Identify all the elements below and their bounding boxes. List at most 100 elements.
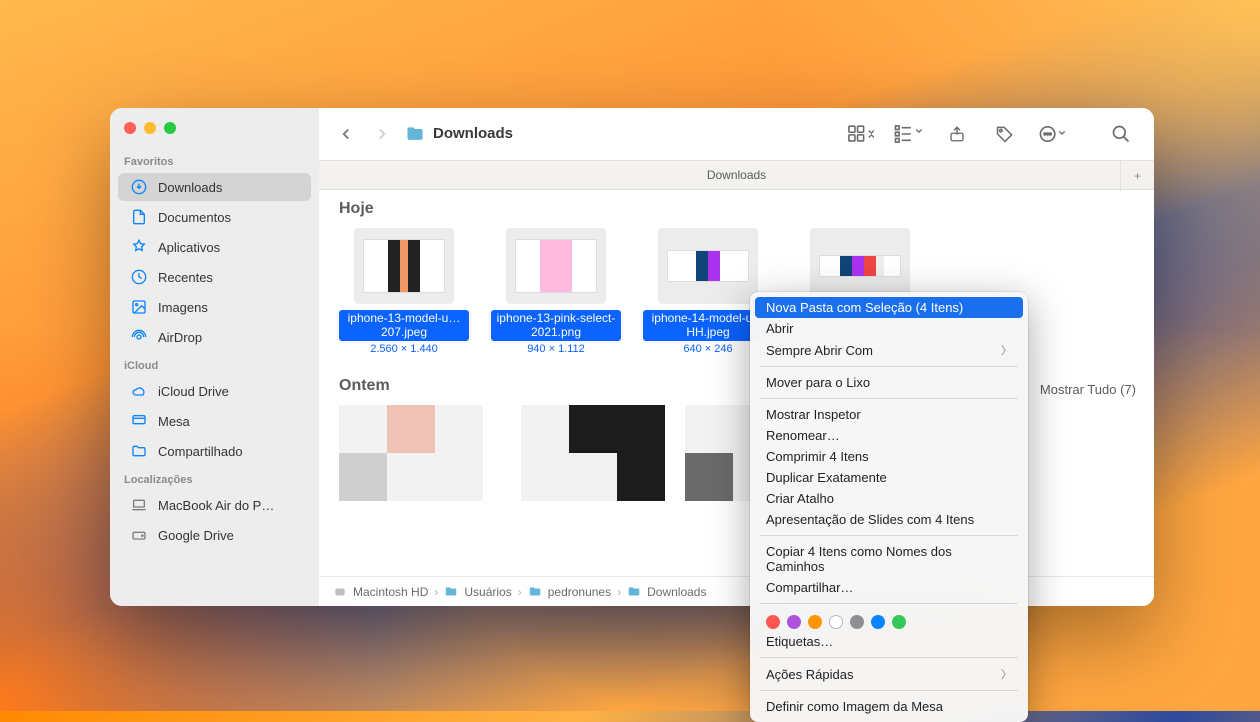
path-crumb[interactable]: pedronunes <box>528 585 611 599</box>
tab-downloads[interactable]: Downloads <box>707 168 766 182</box>
ctx-duplicate-exactly[interactable]: Duplicar Exatamente <box>750 467 1028 488</box>
new-tab-button[interactable]: + <box>1120 161 1154 191</box>
ctx-copy-pathnames[interactable]: Copiar 4 Itens como Nomes dos Caminhos <box>750 541 1028 577</box>
sidebar-item-icloud-drive[interactable]: iCloud Drive <box>118 377 311 405</box>
close-window-button[interactable] <box>124 122 136 134</box>
sidebar-item-label: Recentes <box>158 270 213 285</box>
applications-icon <box>130 238 148 256</box>
file-item[interactable]: iphone-13-model-u…207.jpeg 2.560 × 1.440 <box>339 228 469 355</box>
path-crumb[interactable]: Usuários <box>444 585 511 599</box>
ctx-show-inspector[interactable]: Mostrar Inspetor <box>750 404 1028 425</box>
main-content: Downloads Downloads + Hoje iphone-13-mod… <box>319 108 1154 606</box>
tag-gray[interactable] <box>850 615 864 629</box>
chevron-right-icon: › <box>434 585 438 599</box>
laptop-icon <box>130 496 148 514</box>
ctx-set-desktop-image[interactable]: Definir como Imagem da Mesa <box>750 696 1028 717</box>
file-dimensions: 940 × 1.112 <box>491 343 621 355</box>
sidebar-item-downloads[interactable]: Downloads <box>118 173 311 201</box>
tag-green[interactable] <box>892 615 906 629</box>
ctx-separator <box>760 535 1018 536</box>
search-button[interactable] <box>1106 119 1136 149</box>
tag-none[interactable] <box>829 615 843 629</box>
window-controls <box>110 116 319 148</box>
file-item[interactable]: iphone-13-pink-select-2021.png 940 × 1.1… <box>491 228 621 355</box>
ctx-compress[interactable]: Comprimir 4 Itens <box>750 446 1028 467</box>
sidebar-item-label: Compartilhado <box>158 444 243 459</box>
gallery-yesterday <box>319 399 1154 501</box>
location-title: Downloads <box>405 124 513 144</box>
folder-icon <box>405 124 425 144</box>
minimize-window-button[interactable] <box>144 122 156 134</box>
sidebar-item-label: AirDrop <box>158 330 202 345</box>
ctx-open[interactable]: Abrir <box>750 318 1028 339</box>
back-button[interactable] <box>337 125 355 143</box>
nav-arrows <box>337 125 391 143</box>
sidebar-item-applications[interactable]: Aplicativos <box>118 233 311 261</box>
tag-red[interactable] <box>766 615 780 629</box>
file-thumbnail <box>506 228 606 304</box>
airdrop-icon <box>130 328 148 346</box>
gallery-today: iphone-13-model-u…207.jpeg 2.560 × 1.440… <box>319 222 1154 367</box>
ctx-separator <box>760 690 1018 691</box>
desktop-icon <box>130 412 148 430</box>
chevron-right-icon: › <box>518 585 522 599</box>
path-crumb[interactable]: Downloads <box>627 585 706 599</box>
ctx-always-open-with[interactable]: Sempre Abrir Com〉 <box>750 339 1028 361</box>
sidebar-item-documents[interactable]: Documentos <box>118 203 311 231</box>
path-crumb[interactable]: Macintosh HD <box>333 585 428 599</box>
ctx-new-folder-with-selection[interactable]: Nova Pasta com Seleção (4 Itens) <box>755 297 1023 318</box>
tag-orange[interactable] <box>808 615 822 629</box>
group-button[interactable] <box>894 119 924 149</box>
file-name: iphone-13-model-u…207.jpeg <box>339 310 469 341</box>
tag-purple[interactable] <box>787 615 801 629</box>
sidebar-item-label: MacBook Air do P… <box>158 498 274 513</box>
external-drive-icon <box>130 526 148 544</box>
sidebar-item-label: Aplicativos <box>158 240 220 255</box>
file-thumbnail[interactable] <box>339 405 483 501</box>
toolbar: Downloads <box>319 108 1154 160</box>
location-title-text: Downloads <box>433 125 513 142</box>
view-mode-button[interactable] <box>846 119 876 149</box>
file-name: iphone-13-pink-select-2021.png <box>491 310 621 341</box>
ctx-separator <box>760 366 1018 367</box>
ctx-move-to-trash[interactable]: Mover para o Lixo <box>750 372 1028 393</box>
tags-button[interactable] <box>990 119 1020 149</box>
file-thumbnail <box>658 228 758 304</box>
sidebar-item-shared[interactable]: Compartilhado <box>118 437 311 465</box>
chevron-right-icon: › <box>617 585 621 599</box>
forward-button[interactable] <box>373 125 391 143</box>
pathbar: Macintosh HD › Usuários › pedronunes › D… <box>319 576 1154 606</box>
ctx-slideshow[interactable]: Apresentação de Slides com 4 Itens <box>750 509 1028 530</box>
ctx-tags[interactable]: Etiquetas… <box>750 631 1028 652</box>
ctx-separator <box>760 603 1018 604</box>
clock-icon <box>130 268 148 286</box>
ctx-tag-colors <box>750 609 1028 631</box>
zoom-window-button[interactable] <box>164 122 176 134</box>
sidebar-item-desktop[interactable]: Mesa <box>118 407 311 435</box>
sidebar-item-macbook[interactable]: MacBook Air do P… <box>118 491 311 519</box>
ctx-share[interactable]: Compartilhar… <box>750 577 1028 598</box>
show-all-button[interactable]: Mostrar Tudo (7) <box>1040 382 1136 397</box>
tag-blue[interactable] <box>871 615 885 629</box>
sidebar-item-label: Google Drive <box>158 528 234 543</box>
ctx-make-alias[interactable]: Criar Atalho <box>750 488 1028 509</box>
sidebar-heading-locations: Localizações <box>110 466 319 490</box>
content-area[interactable]: Hoje iphone-13-model-u…207.jpeg 2.560 × … <box>319 190 1154 576</box>
ctx-quick-actions[interactable]: Ações Rápidas〉 <box>750 663 1028 685</box>
sidebar-heading-favorites: Favoritos <box>110 148 319 172</box>
sidebar-item-google-drive[interactable]: Google Drive <box>118 521 311 549</box>
ctx-rename[interactable]: Renomear… <box>750 425 1028 446</box>
image-icon <box>130 298 148 316</box>
more-actions-button[interactable] <box>1038 119 1068 149</box>
sidebar-item-label: Downloads <box>158 180 222 195</box>
sidebar-item-recents[interactable]: Recentes <box>118 263 311 291</box>
cloud-icon <box>130 382 148 400</box>
context-menu: Nova Pasta com Seleção (4 Itens) Abrir S… <box>750 292 1028 722</box>
ctx-separator <box>760 657 1018 658</box>
sidebar-item-images[interactable]: Imagens <box>118 293 311 321</box>
sidebar-item-label: Mesa <box>158 414 190 429</box>
sidebar: Favoritos Downloads Documentos Aplicativ… <box>110 108 319 606</box>
sidebar-item-airdrop[interactable]: AirDrop <box>118 323 311 351</box>
file-thumbnail[interactable] <box>521 405 665 501</box>
share-button[interactable] <box>942 119 972 149</box>
